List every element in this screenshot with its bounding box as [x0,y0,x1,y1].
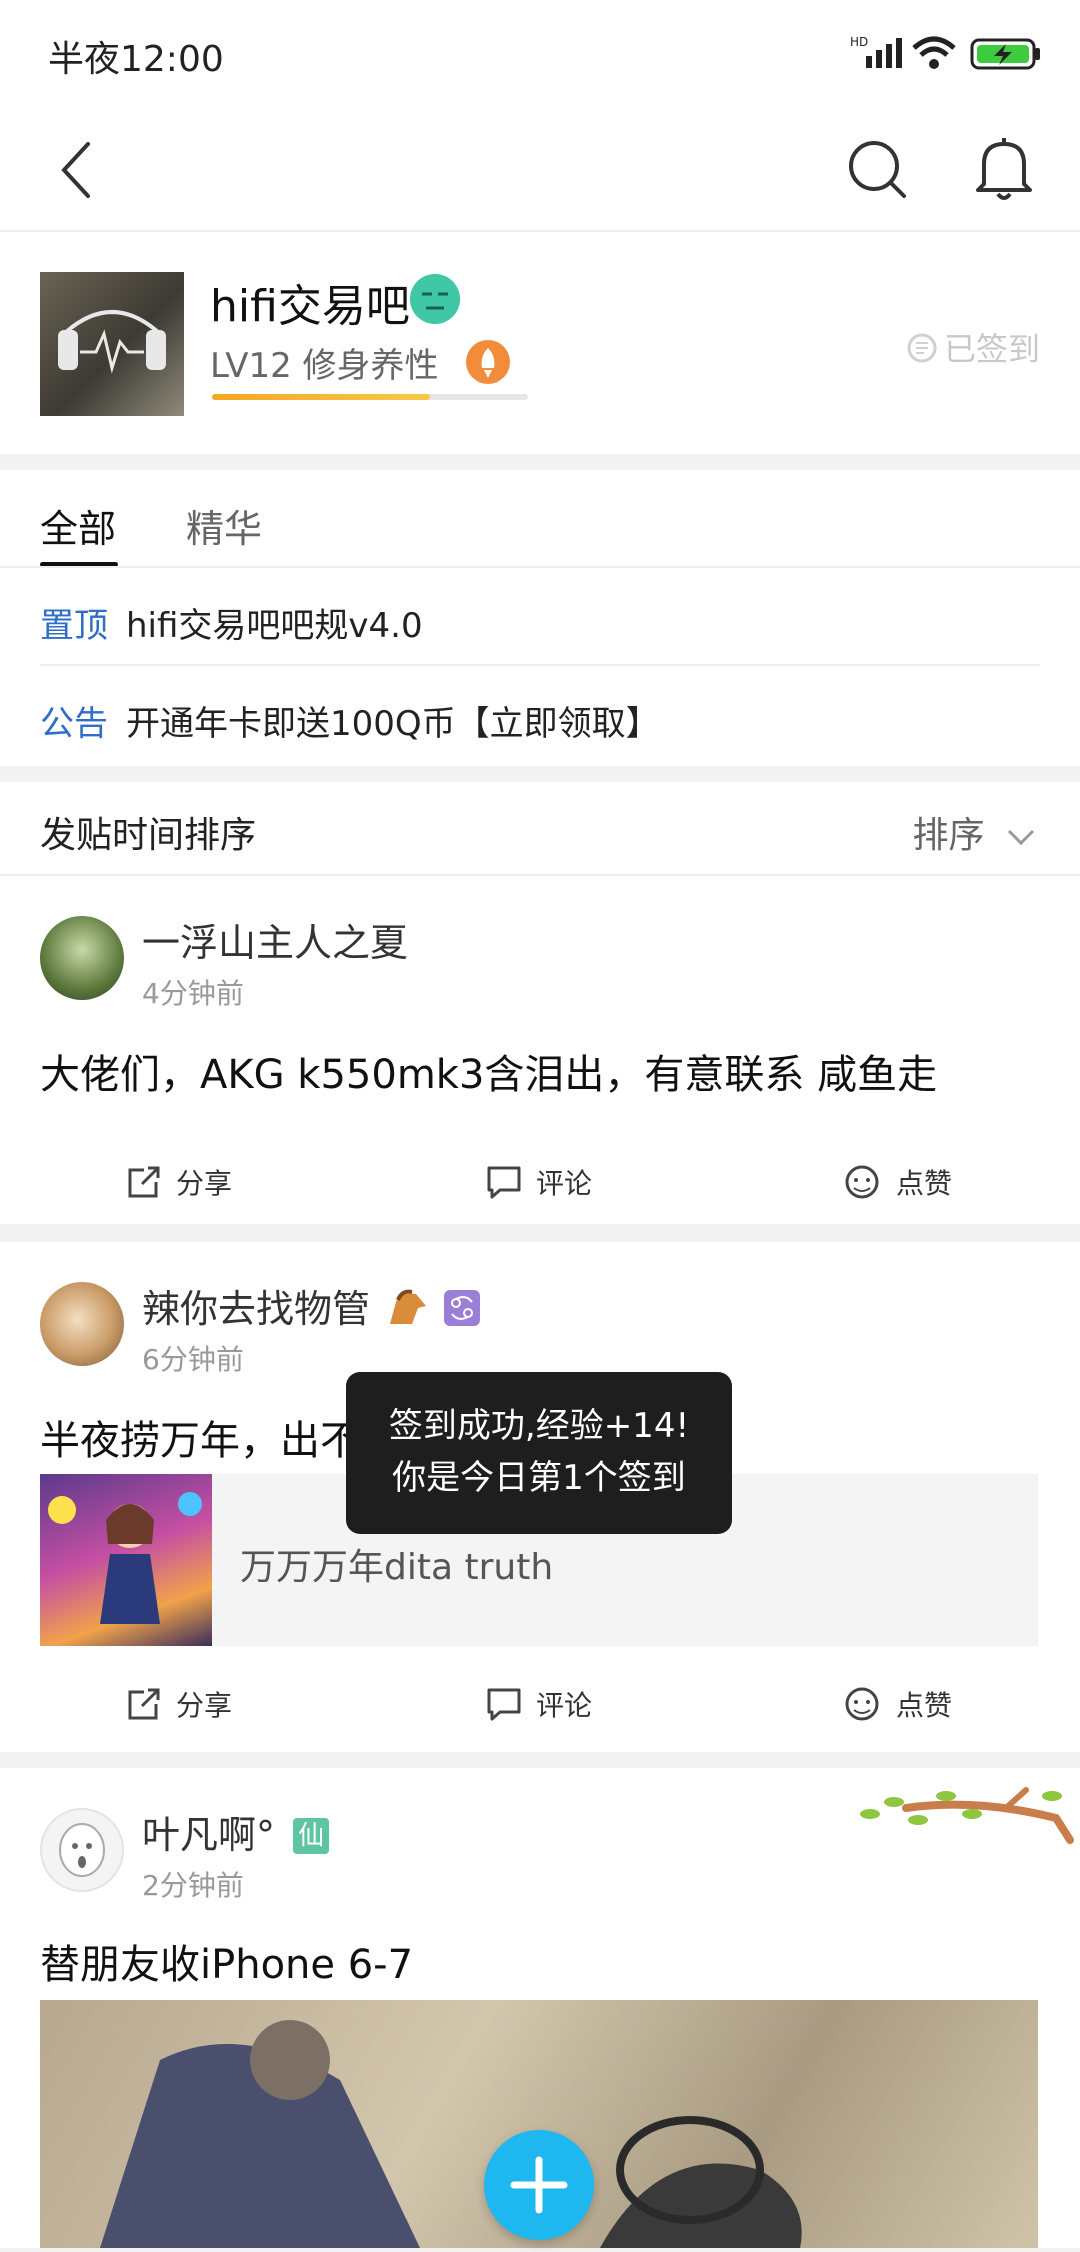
plus-icon [510,2156,568,2214]
share-button[interactable]: 分享 [126,1684,232,1724]
username[interactable]: 叶凡啊° 仙 [142,1804,330,1859]
forum-level: LV12 修身养性 [210,346,439,386]
user-avatar[interactable] [40,1282,124,1366]
post-title[interactable]: 大佬们，AKG k550mk3含泪出，有意联系 咸鱼走 [40,1042,937,1100]
signed-label: 已签到 [943,330,1040,368]
back-icon[interactable] [56,140,96,200]
link-title: 万万万年dita truth [240,1547,554,1588]
post-title[interactable]: 替朋友收iPhone 6-7 [40,1932,413,1990]
username[interactable]: 辣你去找物管 [142,1278,482,1333]
signed-in-button[interactable]: 已签到 [906,324,1040,370]
pinned-notice-row[interactable]: 置顶 hifi交易吧吧规v4.0 [40,598,423,647]
level-face-icon [410,274,460,324]
cancer-zodiac-icon [444,1290,481,1326]
comment-button[interactable]: 评论 [486,1162,592,1202]
announcement-row[interactable]: 公告 开通年卡即送100Q币【立即领取】 [40,696,660,745]
like-label: 点赞 [896,1689,953,1722]
signed-icon [907,333,937,363]
share-icon [128,1166,160,1198]
top-nav-bar [0,110,1080,232]
like-button[interactable]: 点赞 [842,1162,952,1202]
tab-all[interactable]: 全部 [40,498,116,553]
post-time: 6分钟前 [142,1343,244,1376]
link-thumbnail [40,1474,212,1646]
comment-label: 评论 [536,1689,593,1722]
forum-header: hifi交易吧 LV12 修身养性 已签到 [0,232,1080,454]
tab-featured[interactable]: 精华 [186,498,262,553]
signal-icon: HD [850,35,902,68]
post-time: 2分钟前 [142,1869,244,1902]
like-label: 点赞 [896,1167,953,1200]
sort-button[interactable]: 排序 [913,806,1036,858]
bell-icon[interactable] [974,136,1034,202]
forum-name: hifi交易吧 [210,281,410,332]
divider [40,664,1040,666]
username-text: 辣你去找物管 [142,1287,371,1331]
share-label: 分享 [176,1689,233,1722]
forum-avatar[interactable] [40,272,184,416]
tabs-section: 全部 精华 置顶 hifi交易吧吧规v4.0 公告 开通年卡即送100Q币【立即领取… [0,470,1080,766]
sort-label: 发贴时间排序 [40,815,257,856]
branch-decoration [860,1787,1074,1844]
sign-in-toast: 签到成功,经验+14! 你是今日第1个签到 [346,1372,732,1534]
wifi-icon [912,36,956,69]
sort-button-label: 排序 [912,815,985,856]
pinned-text: hifi交易吧吧规v4.0 [126,606,423,646]
comment-label: 评论 [536,1167,593,1200]
divider [0,566,1080,568]
post-time: 4分钟前 [142,977,244,1010]
pinned-tag: 置顶 [40,606,108,646]
user-avatar[interactable] [40,1808,124,1892]
username[interactable]: 一浮山主人之夏 [142,912,408,967]
like-icon [845,1165,879,1199]
avatar-face-illustration [59,1823,105,1877]
new-post-button[interactable] [484,2130,594,2240]
toast-line-2: 你是今日第1个签到 [392,1458,686,1498]
search-icon[interactable] [848,140,908,200]
like-icon [845,1687,879,1721]
like-button[interactable]: 点赞 [842,1684,952,1724]
rocket-icon [466,340,510,384]
post-card[interactable]: 一浮山主人之夏 4分钟前 大佬们，AKG k550mk3含泪出，有意联系 咸鱼走… [0,876,1080,1224]
user-avatar[interactable] [40,916,124,1000]
share-label: 分享 [176,1167,233,1200]
announcement-tag: 公告 [40,704,108,744]
announcement-text: 开通年卡即送100Q币【立即领取】 [126,704,660,744]
status-time: 半夜12:00 [48,39,224,80]
comment-button[interactable]: 评论 [486,1684,592,1724]
toast-line-1: 签到成功,经验+14! [388,1406,690,1446]
username-text: 叶凡啊° [142,1813,276,1857]
character-illustration [48,1492,202,1624]
status-bar: 半夜12:00 HD [0,0,1080,110]
chevron-down-icon [1007,829,1035,846]
battery-icon [970,38,1040,70]
comment-icon [487,1166,521,1199]
comment-icon [487,1688,521,1721]
svg-text:HD: HD [850,35,868,49]
sort-bar: 发贴时间排序 排序 [0,782,1080,876]
share-icon [128,1688,160,1720]
share-button[interactable]: 分享 [126,1162,232,1202]
horse-emoji-icon [390,1289,427,1324]
immortal-badge: 仙 [293,1818,330,1854]
exp-progress-fill [212,394,430,400]
